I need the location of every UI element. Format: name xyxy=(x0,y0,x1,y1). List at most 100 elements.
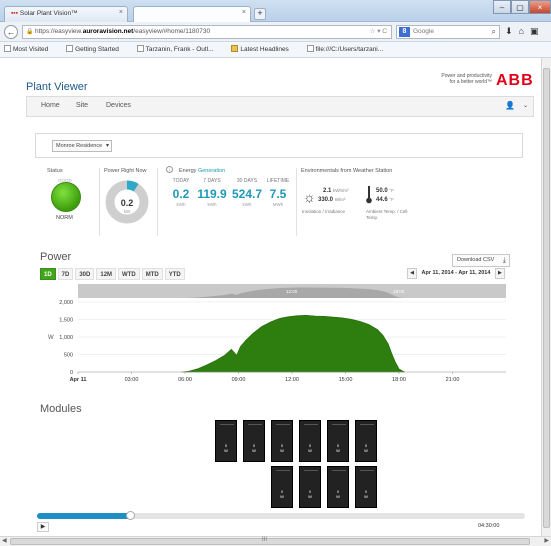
range-ytd[interactable]: YTD xyxy=(164,268,185,280)
energy-7-days: 7 DAYS 119.9 kWh xyxy=(197,178,227,207)
power-area xyxy=(181,314,406,373)
new-tab-button[interactable]: + xyxy=(254,8,266,20)
module-unit: W xyxy=(280,494,284,499)
scroll-left-icon[interactable]: ◀ xyxy=(2,537,7,544)
tab-close-icon[interactable]: × xyxy=(242,9,246,16)
bookmark-item[interactable]: Latest Headlines xyxy=(231,45,296,53)
browser-titlebar: ▪▪▪ Solar Plant Vision™ × × + – ▢ × xyxy=(0,0,551,22)
date-navigator: ◀ Apr 11, 2014 - Apr 11, 2014 ▶ xyxy=(407,267,505,280)
module-panel[interactable]: 0W xyxy=(355,466,377,508)
chart-series xyxy=(181,314,406,373)
scroll-thumb[interactable] xyxy=(10,538,530,545)
browser-tab-solar-plant-vision[interactable]: ▪▪▪ Solar Plant Vision™ × xyxy=(4,6,128,22)
scroll-right-icon[interactable]: ▶ xyxy=(544,537,549,544)
energy-today: TODAY 0.2 kWh xyxy=(172,178,190,207)
download-icon[interactable]: ⬇ xyxy=(505,26,519,36)
ambient-temp-value: 50.0 °F xyxy=(376,188,394,194)
browser-tab-active[interactable]: × xyxy=(133,6,251,22)
irradiance-caption: Insolation / Irradiance xyxy=(302,209,346,214)
module-panel[interactable]: 0W xyxy=(299,466,321,508)
module-panel[interactable]: 0W xyxy=(215,420,237,462)
range-7d[interactable]: 7D xyxy=(57,268,74,280)
module-unit: W xyxy=(308,448,312,453)
module-panel[interactable]: 0W xyxy=(327,420,349,462)
x-tick-label: 18:00 xyxy=(392,377,406,383)
tab-close-icon[interactable]: × xyxy=(119,9,123,16)
close-window-button[interactable]: × xyxy=(529,0,551,14)
menu-item-devices[interactable]: Devices xyxy=(106,102,131,109)
page-title: Plant Viewer xyxy=(26,81,88,93)
chevron-down-icon[interactable]: ⌄ xyxy=(523,102,528,109)
energy-generation-link[interactable]: Generation xyxy=(198,168,225,174)
module-panel[interactable]: 0W xyxy=(327,466,349,508)
bookmark-item[interactable]: Most Visited xyxy=(4,45,56,53)
back-button[interactable]: ← xyxy=(4,25,18,39)
download-csv-button[interactable]: Download CSV ⤓ xyxy=(452,254,510,267)
insolation-value: 2.1 kWh/m² xyxy=(323,188,349,194)
bookmark-folder-icon xyxy=(231,45,239,52)
module-unit: W xyxy=(224,448,228,453)
search-engine-icon[interactable]: 8 xyxy=(399,27,410,37)
play-button[interactable]: ▶ xyxy=(37,522,49,532)
power-chart[interactable]: 12:00 18:00 0 500 1,000 1,500 2,000 Apr 11 03:… xyxy=(40,284,510,386)
bookmark-item[interactable]: Getting Started xyxy=(66,45,127,53)
site-select[interactable]: Monroe Residence ▾ xyxy=(52,140,112,152)
info-icon[interactable]: i xyxy=(166,166,173,173)
bookmark-item[interactable]: Tarzanin, Frank - Outl... xyxy=(136,45,222,53)
home-icon[interactable]: ⌂ xyxy=(519,26,530,36)
status-heading: Status xyxy=(47,168,63,174)
status-indicator xyxy=(51,182,81,212)
address-bar[interactable]: 🔒 https://easyview.auroravision.net/easy… xyxy=(22,25,392,39)
range-mtd[interactable]: MTD xyxy=(141,268,163,280)
maximize-button[interactable]: ▢ xyxy=(511,0,529,14)
range-12m[interactable]: 12M xyxy=(96,268,117,280)
divider xyxy=(157,168,158,236)
search-icon[interactable]: ⌕ xyxy=(492,26,496,38)
horizontal-scrollbar[interactable]: ◀ III ▶ xyxy=(0,536,551,546)
y-tick-label: 0 xyxy=(70,370,73,376)
menu-icon[interactable]: ▣ xyxy=(530,26,545,36)
power-title: Power xyxy=(40,251,72,263)
bookmark-page-icon xyxy=(66,45,74,52)
menu-item-home[interactable]: Home xyxy=(41,102,60,109)
chart-navigator[interactable]: 12:00 18:00 xyxy=(78,284,506,298)
x-axis: Apr 11 03:00 06:00 09:00 12:00 15:00 18:00 21:0… xyxy=(70,371,506,383)
x-tick-label: 09:00 xyxy=(232,377,246,383)
search-bar[interactable]: 8 Google ⌕ xyxy=(396,25,500,39)
bookmark-page-icon xyxy=(136,45,144,52)
divider xyxy=(296,168,297,236)
module-panel[interactable]: 0W xyxy=(299,420,321,462)
module-panel[interactable]: 0W xyxy=(355,420,377,462)
module-panel[interactable]: 0W xyxy=(271,466,293,508)
timeline-handle[interactable] xyxy=(125,511,135,520)
next-date-button[interactable]: ▶ xyxy=(494,268,505,279)
timeline-slider[interactable] xyxy=(37,511,525,520)
url-path: /easyview/#home/1180730 xyxy=(133,28,211,35)
y-tick-label: 500 xyxy=(64,353,73,359)
vertical-scrollbar[interactable] xyxy=(541,58,551,536)
site-selector-card: Monroe Residence ▾ xyxy=(35,133,523,158)
range-1d[interactable]: 1D xyxy=(40,268,56,280)
range-30d[interactable]: 30D xyxy=(75,268,95,280)
scroll-grip: III xyxy=(262,537,268,543)
user-icon[interactable]: 👤 xyxy=(505,101,515,110)
bookmarks-bar: Most Visited Getting Started Tarzanin, F… xyxy=(0,42,551,58)
bookmark-item[interactable]: file:///C:/Users/tarzani... xyxy=(306,45,392,53)
y-axis-label: W xyxy=(48,335,54,341)
module-panel[interactable]: 0W xyxy=(243,420,265,462)
thermometer-icon xyxy=(366,186,372,204)
module-panel[interactable]: 0W xyxy=(271,420,293,462)
tab-title: Solar Plant Vision™ xyxy=(19,10,78,17)
weather-heading: Environmentals from Weather Station xyxy=(301,168,393,174)
prev-date-button[interactable]: ◀ xyxy=(407,268,417,279)
range-wtd[interactable]: WTD xyxy=(118,268,140,280)
toolbar-icons: ⬇⌂▣ xyxy=(505,26,545,37)
browser-navbar: ← 🔒 https://easyview.auroravision.net/ea… xyxy=(0,22,551,42)
bookmark-star-icon[interactable]: ☆ ▾ C xyxy=(370,26,387,38)
y-tick-label: 1,000 xyxy=(59,335,73,341)
scroll-thumb[interactable] xyxy=(543,68,550,528)
minimize-button[interactable]: – xyxy=(493,0,511,14)
menu-item-site[interactable]: Site xyxy=(76,102,88,109)
modules-title: Modules xyxy=(40,403,82,415)
range-buttons: 1D 7D 30D 12M WTD MTD YTD xyxy=(40,268,187,280)
